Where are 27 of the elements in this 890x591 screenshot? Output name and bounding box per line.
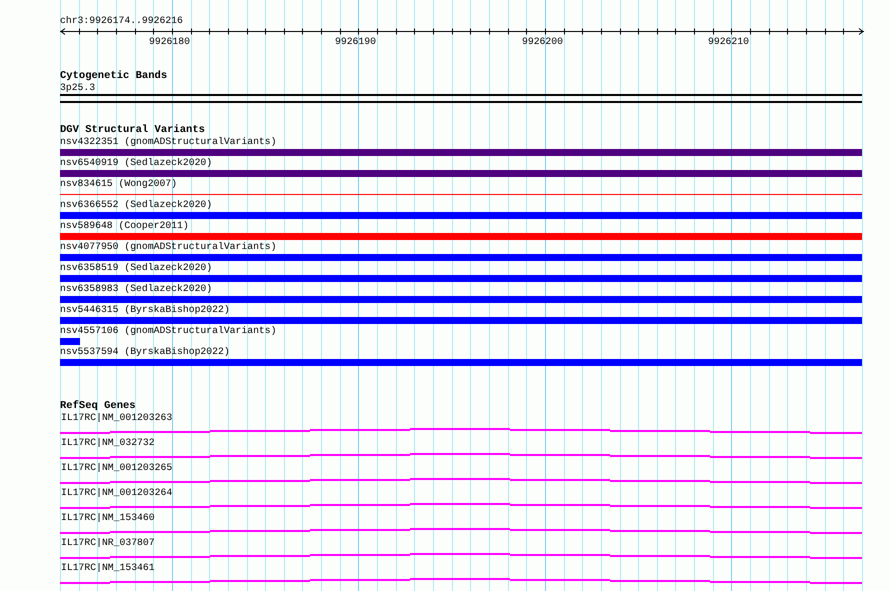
- tick-label: 9926190: [335, 36, 376, 48]
- variant-label: nsv6358519 (Sedlazeck2020): [60, 262, 214, 274]
- coordinate-label: chr3:9926174..9926216: [60, 14, 184, 27]
- variant-label: nsv6366552 (Sedlazeck2020): [60, 199, 214, 211]
- track-title: DGV Structural Variants: [60, 124, 206, 136]
- gene-label: IL17RC|NM_001203264: [60, 487, 174, 499]
- track-title: Cytogenetic Bands: [60, 70, 168, 82]
- variant-label: nsv589648 (Cooper2011): [60, 220, 190, 232]
- track-title: RefSeq Genes: [60, 400, 137, 412]
- variant-label: nsv4322351 (gnomADStructuralVariants): [60, 136, 278, 148]
- gene-label: IL17RC|NM_001203265: [60, 462, 174, 474]
- variant-label: nsv6540919 (Sedlazeck2020): [60, 157, 214, 169]
- tick-label: 9926180: [149, 36, 190, 48]
- gene-label: IL17RC|NM_001203263: [60, 412, 174, 424]
- tick-label: 9926200: [522, 36, 563, 48]
- gene-label: IL17RC|NM_032732: [60, 437, 156, 449]
- gene-label: IL17RC|NR_037807: [60, 537, 156, 549]
- gene-label: IL17RC|NM_153460: [60, 512, 156, 524]
- variant-label: nsv5446315 (ByrskaBishop2022): [60, 304, 231, 316]
- variant-label: nsv834615 (Wong2007): [60, 178, 178, 190]
- tick-label: 9926210: [708, 36, 749, 48]
- variant-label: nsv6358983 (Sedlazeck2020): [60, 283, 214, 295]
- variant-label: nsv4557106 (gnomADStructuralVariants): [60, 325, 278, 337]
- variant-label: nsv5537594 (ByrskaBishop2022): [60, 346, 231, 358]
- band-label: 3p25.3: [60, 82, 96, 94]
- variant-label: nsv4077950 (gnomADStructuralVariants): [60, 241, 278, 253]
- gene-label: IL17RC|NM_153461: [60, 562, 156, 574]
